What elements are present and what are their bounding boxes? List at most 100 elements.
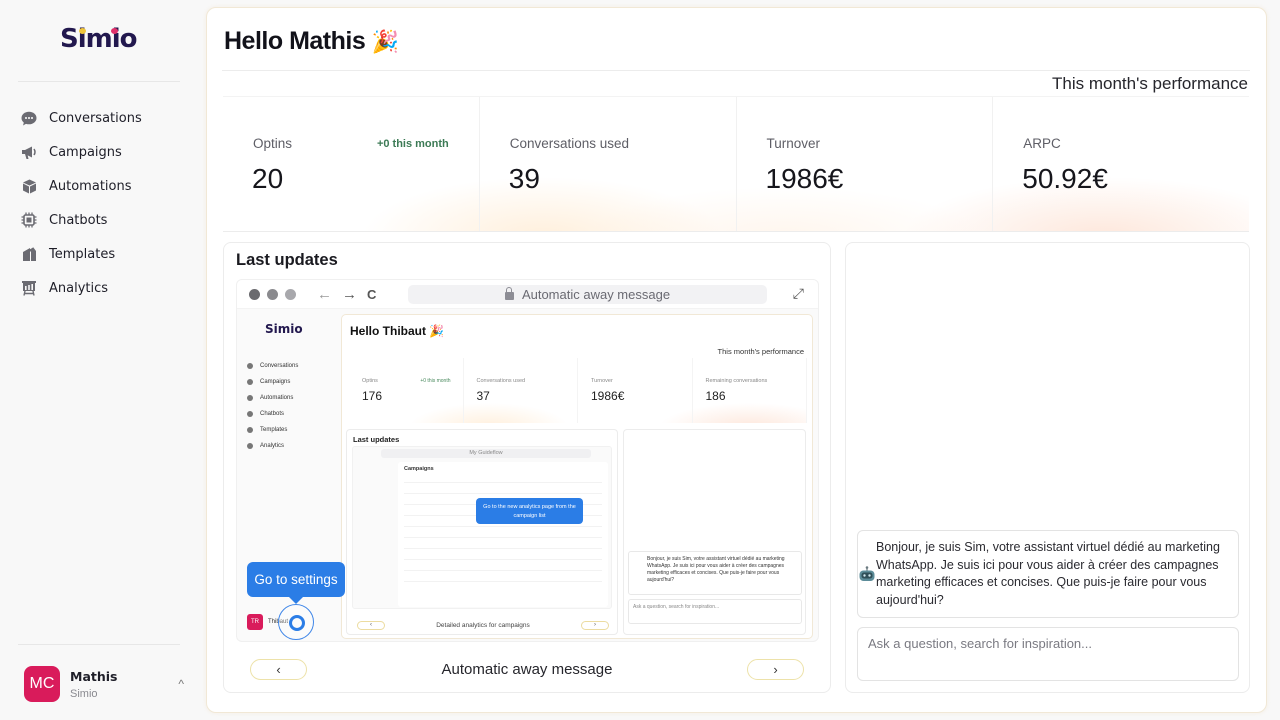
mini-greeting: Hello Thibaut 🎉 bbox=[350, 324, 445, 338]
sidebar-item-automations[interactable]: Automations bbox=[20, 169, 142, 203]
templates-icon bbox=[20, 245, 38, 263]
bot-message: Bonjour, je suis Sim, votre assistant vi… bbox=[857, 530, 1239, 618]
stat-label: Conversations used bbox=[509, 136, 630, 151]
sidebar-item-label: Conversations bbox=[49, 110, 142, 126]
user-name: Mathis bbox=[70, 668, 118, 684]
last-updates-title: Last updates bbox=[236, 251, 338, 269]
mini-logo: Simio bbox=[265, 322, 303, 336]
slide-title: Automatic away message bbox=[441, 660, 613, 678]
mini-stat: Turnover 1986€ bbox=[578, 358, 693, 423]
demo-browser-frame: ← → C Automatic away message ⤢ Simio Con… bbox=[236, 279, 819, 642]
sidebar-item-label: Automations bbox=[49, 178, 132, 194]
url-text: Automatic away message bbox=[521, 287, 671, 302]
megaphone-icon bbox=[20, 143, 38, 161]
dashboard-card: Hello Mathis 🎉 This month's performance … bbox=[206, 7, 1267, 713]
hotspot-beacon[interactable] bbox=[278, 604, 314, 640]
sidebar: Simio Conversations Campaigns Automation… bbox=[0, 0, 196, 720]
mini-nav-item: Automations bbox=[247, 390, 298, 406]
page-title: Hello Mathis 🎉 bbox=[224, 27, 399, 56]
user-menu[interactable]: MC Mathis Simio ^ bbox=[24, 666, 184, 702]
browser-toolbar: ← → C Automatic away message ⤢ bbox=[237, 280, 818, 309]
sidebar-item-conversations[interactable]: Conversations bbox=[20, 101, 142, 135]
stat-delta: +0 this month bbox=[376, 138, 449, 150]
bot-message-text: Bonjour, je suis Sim, votre assistant vi… bbox=[876, 540, 1220, 607]
stat-arpc: ARPC 50.92€ bbox=[993, 97, 1249, 231]
reload-icon[interactable]: C bbox=[367, 287, 376, 302]
performance-title: This month's performance bbox=[1052, 74, 1248, 93]
chat-bubble-icon bbox=[20, 109, 38, 127]
sidebar-item-chatbots[interactable]: Chatbots bbox=[20, 203, 142, 237]
header-divider bbox=[222, 70, 1250, 71]
greeting-text: Hello Mathis bbox=[224, 27, 366, 55]
mini-nav-item: Analytics bbox=[247, 438, 298, 454]
mini-dashboard-card: Hello Thibaut 🎉 This month's performance… bbox=[341, 314, 813, 639]
stat-label: Optins bbox=[253, 136, 293, 151]
chat-input[interactable] bbox=[857, 627, 1239, 681]
previous-slide-button[interactable]: ‹ bbox=[250, 658, 307, 680]
stat-value: 50.92€ bbox=[1022, 163, 1108, 194]
sidebar-divider bbox=[18, 81, 180, 82]
robot-icon bbox=[858, 566, 876, 582]
last-updates-panel: Last updates ← → C Automatic away messag… bbox=[223, 242, 831, 693]
sidebar-divider-bottom bbox=[18, 644, 180, 645]
logo-dot-yellow bbox=[79, 28, 86, 34]
expand-icon[interactable]: ⤢ bbox=[793, 285, 804, 302]
url-bar: Automatic away message bbox=[408, 285, 767, 304]
mini-stat: Optins +0 this month 176 bbox=[349, 358, 464, 423]
logo-text: Simio bbox=[60, 24, 138, 54]
sidebar-item-label: Templates bbox=[49, 246, 116, 262]
mini-stat: Remaining conversations 186 bbox=[693, 358, 807, 423]
sidebar-item-campaigns[interactable]: Campaigns bbox=[20, 135, 142, 169]
stat-turnover: Turnover 1986€ bbox=[737, 97, 994, 231]
user-organization: Simio bbox=[70, 687, 98, 700]
analytics-board-icon bbox=[20, 279, 38, 297]
stat-optins: Optins +0 this month 20 bbox=[223, 97, 480, 231]
stat-label: ARPC bbox=[1023, 136, 1061, 151]
sidebar-item-label: Campaigns bbox=[49, 144, 122, 160]
avatar: MC bbox=[24, 666, 60, 702]
stats-row: Optins +0 this month 20 Conversations us… bbox=[223, 96, 1249, 232]
user-info: Mathis Simio bbox=[70, 669, 117, 700]
stat-label: Turnover bbox=[766, 136, 821, 151]
mini-nav-item: Templates bbox=[247, 422, 298, 438]
sidebar-nav: Conversations Campaigns Automations Chat… bbox=[20, 101, 142, 305]
sidebar-item-label: Chatbots bbox=[49, 212, 108, 228]
mini-nav-item: Campaigns bbox=[247, 374, 298, 390]
stat-value: 1986€ bbox=[765, 163, 844, 194]
mini-slide-nav: ‹ Detailed analytics for campaigns › bbox=[357, 621, 609, 630]
stat-value: 39 bbox=[508, 163, 540, 194]
mini-avatar: TR bbox=[247, 614, 263, 630]
sidebar-item-templates[interactable]: Templates bbox=[20, 237, 142, 271]
mini-nav-item: Conversations bbox=[247, 358, 298, 374]
mini-chat-panel: Bonjour, je suis Sim, votre assistant vi… bbox=[623, 429, 806, 635]
mini-browser: My Guideflow Campaigns bbox=[352, 446, 612, 609]
mini-performance-title: This month's performance bbox=[717, 347, 804, 356]
next-slide-button[interactable]: › bbox=[746, 658, 804, 680]
simio-logo[interactable]: Simio bbox=[60, 24, 138, 54]
mini-stats-row: Optins +0 this month 176 Conversations u… bbox=[349, 358, 807, 423]
window-dot-icon bbox=[267, 288, 278, 300]
back-arrow-icon[interactable]: ← bbox=[317, 286, 332, 303]
mini-campaigns-table: Campaigns bbox=[398, 462, 608, 607]
mini-stat: Conversations used 37 bbox=[464, 358, 578, 423]
chip-icon bbox=[20, 211, 38, 229]
stat-value: 20 bbox=[252, 163, 284, 194]
mini-last-updates: Last updates My Guideflow Campaigns ‹ De… bbox=[346, 429, 618, 635]
assistant-chat-panel: Bonjour, je suis Sim, votre assistant vi… bbox=[845, 242, 1250, 693]
go-to-settings-tooltip[interactable]: Go to settings bbox=[247, 562, 345, 604]
mini-tooltip: Go to the new analytics page from the ca… bbox=[476, 498, 583, 524]
mini-nav-item: Chatbots bbox=[247, 406, 298, 422]
sidebar-item-label: Analytics bbox=[49, 280, 109, 296]
party-popper-icon: 🎉 bbox=[371, 29, 399, 54]
cube-icon bbox=[20, 177, 38, 195]
window-dot-icon bbox=[285, 288, 296, 300]
logo-dot-pink bbox=[111, 28, 118, 34]
forward-arrow-icon[interactable]: → bbox=[342, 286, 357, 303]
window-dot-icon bbox=[249, 288, 260, 300]
mini-sidebar-nav: Conversations Campaigns Automations Chat… bbox=[247, 358, 298, 454]
chevron-up-icon[interactable]: ^ bbox=[178, 677, 184, 691]
lock-icon bbox=[504, 287, 514, 300]
slide-navigation: ‹ Automatic away message › bbox=[250, 658, 804, 680]
stat-conversations-used: Conversations used 39 bbox=[480, 97, 737, 231]
sidebar-item-analytics[interactable]: Analytics bbox=[20, 271, 142, 305]
